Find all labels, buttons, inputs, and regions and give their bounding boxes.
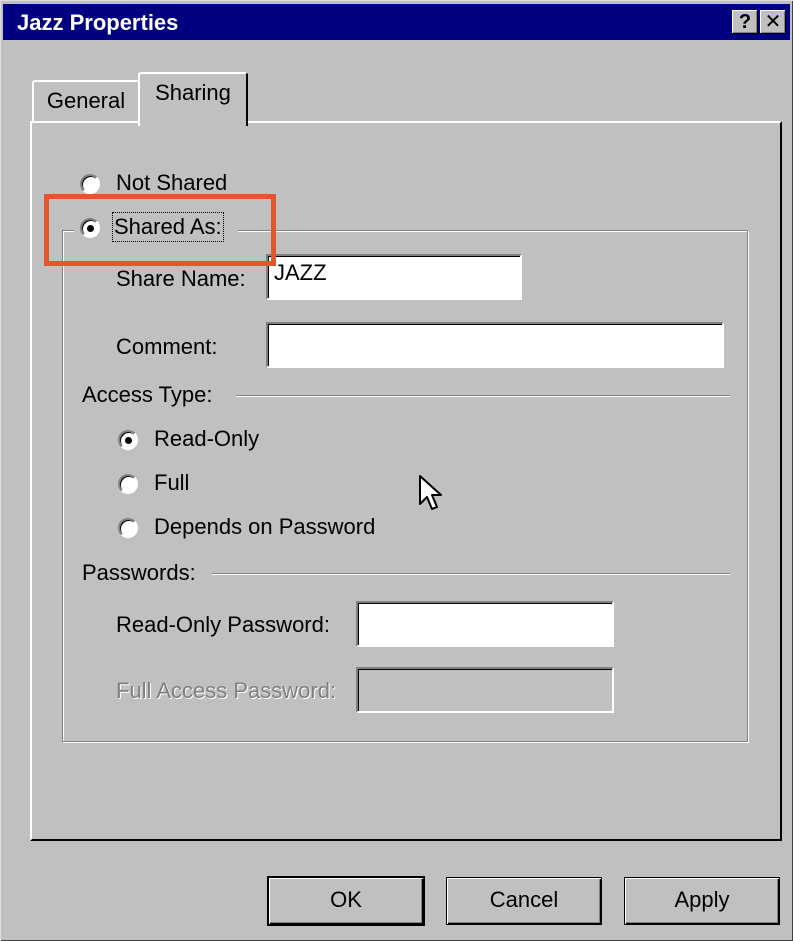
share-name-label: Share Name: xyxy=(116,266,246,291)
highlight-box xyxy=(44,194,276,266)
share-name-field[interactable]: JAZZ xyxy=(266,254,522,300)
depends-on-password-label[interactable]: Depends on Password xyxy=(154,514,375,540)
passwords-separator xyxy=(212,573,730,575)
access-type-heading: Access Type: xyxy=(82,382,213,407)
access-type-separator xyxy=(236,395,730,397)
read-only-label[interactable]: Read-Only xyxy=(154,426,259,452)
help-button[interactable]: ? xyxy=(732,10,758,34)
tab-general-label: General xyxy=(46,88,126,113)
tab-gap xyxy=(140,119,242,124)
window-title: Jazz Properties xyxy=(17,10,179,35)
tab-sharing-label: Sharing xyxy=(155,80,231,105)
cancel-button[interactable]: Cancel xyxy=(446,877,602,925)
ok-button[interactable]: OK xyxy=(268,877,424,925)
full-label[interactable]: Full xyxy=(154,470,189,496)
tab-general[interactable]: General xyxy=(32,80,140,122)
full-access-password-label: Full Access Password: xyxy=(116,678,337,703)
comment-field[interactable] xyxy=(266,322,724,368)
title-bar[interactable]: Jazz Properties ? ✕ xyxy=(3,4,790,40)
depends-on-password-radio[interactable] xyxy=(118,518,138,538)
full-access-password-field[interactable] xyxy=(356,667,614,713)
radio-dot-icon xyxy=(125,437,132,444)
properties-dialog: Jazz Properties ? ✕ General Sharing Not … xyxy=(0,0,793,941)
read-only-radio[interactable] xyxy=(118,430,138,450)
mouse-pointer-icon xyxy=(419,475,442,510)
read-only-password-label: Read-Only Password: xyxy=(116,612,330,637)
tab-sharing[interactable]: Sharing xyxy=(138,72,248,126)
read-only-password-field[interactable] xyxy=(356,601,614,647)
not-shared-label[interactable]: Not Shared xyxy=(116,170,227,196)
close-button[interactable]: ✕ xyxy=(760,10,786,34)
passwords-heading: Passwords: xyxy=(82,560,196,585)
apply-button[interactable]: Apply xyxy=(624,877,780,925)
not-shared-radio[interactable] xyxy=(80,174,100,194)
comment-label: Comment: xyxy=(116,334,218,359)
full-radio[interactable] xyxy=(118,474,138,494)
